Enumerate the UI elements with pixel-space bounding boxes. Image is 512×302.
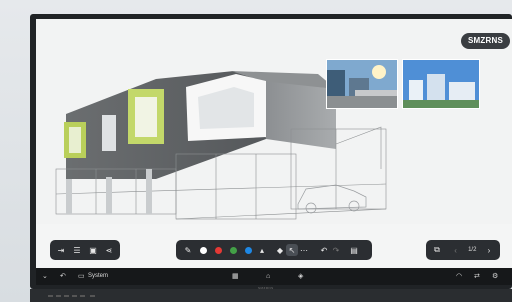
front-port bbox=[48, 295, 53, 297]
menu-icon[interactable]: ☰ bbox=[71, 244, 83, 256]
layers-icon[interactable]: ◈ bbox=[298, 268, 303, 285]
home-icon[interactable]: ⌂ bbox=[266, 268, 270, 285]
monitor-icon[interactable]: ▭ bbox=[78, 268, 85, 285]
next-page-icon[interactable]: › bbox=[483, 244, 495, 256]
front-port bbox=[56, 295, 61, 297]
prev-page-icon[interactable]: ‹ bbox=[450, 244, 462, 256]
color-green-swatch[interactable] bbox=[230, 246, 237, 254]
front-port bbox=[64, 295, 69, 297]
page-indicator: 1/2 bbox=[468, 247, 477, 253]
chevron-down-icon[interactable]: ⌄ bbox=[42, 268, 48, 285]
wifi-icon[interactable]: ◠ bbox=[456, 268, 462, 285]
apps-grid-icon[interactable]: ▦ bbox=[232, 268, 239, 285]
back-icon[interactable]: ↶ bbox=[60, 268, 66, 285]
bezel-brand-text: SMZRNS bbox=[258, 286, 274, 290]
pages-icon[interactable]: ⧉ bbox=[431, 244, 443, 256]
color-dropdown-icon[interactable]: ▴ bbox=[256, 244, 268, 256]
whiteboard-canvas[interactable]: SMZRNS bbox=[36, 19, 512, 268]
exit-icon[interactable]: ⇥ bbox=[55, 244, 67, 256]
eraser-icon[interactable]: ◆ bbox=[274, 244, 286, 256]
pen-icon[interactable]: ✎ bbox=[182, 244, 194, 256]
brand-badge: SMZRNS bbox=[461, 33, 510, 49]
swap-icon[interactable]: ⇄ bbox=[474, 268, 480, 285]
page-toolbar: ⧉ ‹ 1/2 › bbox=[426, 240, 500, 260]
undo-icon[interactable]: ↶ bbox=[318, 244, 330, 256]
display-bottom-frame bbox=[30, 289, 512, 302]
left-toolbar: ⇥ ☰ ▣ ⋖ bbox=[50, 240, 120, 260]
system-label[interactable]: System bbox=[88, 268, 108, 285]
center-toolbar: ✎ ▴ ◆ ↖ ⋯ ↶ ↷ ▤ bbox=[176, 240, 372, 260]
more-icon[interactable]: ⋯ bbox=[298, 244, 310, 256]
front-port bbox=[80, 295, 85, 297]
system-taskbar: ⌄ ↶ ▭ System ▦ ⌂ ◈ ◠ ⇄ ⚙ bbox=[36, 268, 512, 285]
save-icon[interactable]: ▣ bbox=[87, 244, 99, 256]
color-blue-swatch[interactable] bbox=[245, 246, 252, 254]
settings-icon[interactable]: ⚙ bbox=[492, 268, 498, 285]
delete-icon[interactable]: ▤ bbox=[348, 244, 360, 256]
photo-thumbnail-1[interactable] bbox=[326, 59, 398, 109]
color-white-swatch[interactable] bbox=[200, 246, 207, 254]
photo-thumbnail-2[interactable] bbox=[402, 59, 480, 109]
pointer-icon[interactable]: ↖ bbox=[286, 244, 298, 256]
building-sketch-image bbox=[36, 71, 512, 268]
share-icon[interactable]: ⋖ bbox=[103, 244, 115, 256]
redo-icon[interactable]: ↷ bbox=[330, 244, 342, 256]
front-port bbox=[90, 295, 95, 297]
color-red-swatch[interactable] bbox=[215, 246, 222, 254]
front-port bbox=[72, 295, 77, 297]
